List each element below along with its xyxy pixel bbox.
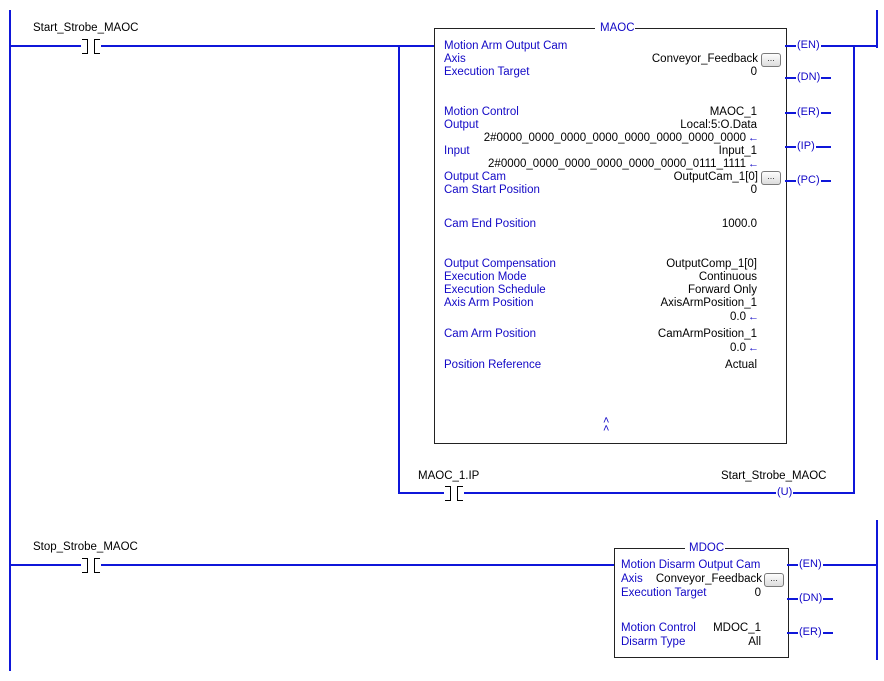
maoc-label-exec-schedule: Execution Schedule	[444, 284, 546, 296]
maoc-value-output-cam[interactable]: OutputCam_1[0]	[674, 171, 758, 184]
maoc-ip-contact[interactable]	[443, 486, 465, 501]
maoc-collapse-icon[interactable]: ˄ ˄	[603, 416, 609, 435]
maoc-value-output-comp[interactable]: OutputComp_1[0]	[666, 258, 757, 271]
maoc-label-output-cam: Output Cam	[444, 171, 506, 183]
maoc-label-cam-start: Cam Start Position	[444, 184, 540, 196]
maoc-value-exec-mode[interactable]: Continuous	[699, 271, 757, 284]
maoc-value-cam-end[interactable]: 1000.0	[722, 218, 757, 231]
maoc-output-data-value: 2#0000_0000_0000_0000_0000_0000_0000_000…	[483, 132, 746, 144]
maoc-value-position-ref[interactable]: Actual	[725, 359, 757, 372]
mdoc-label-axis: Axis	[621, 573, 643, 585]
stop-strobe-contact[interactable]	[80, 558, 102, 573]
maoc-label-cam-end: Cam End Position	[444, 218, 537, 230]
maoc-label-input: Input	[444, 145, 470, 157]
branch-bottom-b	[464, 492, 854, 494]
mdoc-instruction-block[interactable]: MDOC Motion Disarm Output Cam Axis Conve…	[614, 541, 789, 658]
unlatch-coil-tag[interactable]: Start_Strobe_MAOC	[721, 470, 826, 483]
maoc-description: Motion Arm Output Cam	[444, 40, 568, 52]
maoc-value-exec-schedule[interactable]: Forward Only	[688, 284, 757, 297]
right-power-rail	[876, 10, 878, 48]
mdoc-value-motion-control[interactable]: MDOC_1	[713, 622, 761, 635]
rung1-wire-b	[101, 45, 434, 47]
maoc-input-data-value: 2#0000_0000_0000_0000_0000_0000_0111_111…	[488, 158, 746, 170]
maoc-output-arrow-icon: ←	[748, 132, 759, 144]
mdoc-description: Motion Disarm Output Cam	[621, 559, 761, 571]
mdoc-er-output: (ER)	[798, 626, 823, 639]
maoc-value-cam-start[interactable]: 0	[751, 184, 757, 197]
left-power-rail	[9, 10, 11, 671]
mdoc-block-name: MDOC	[689, 542, 725, 554]
unlatch-coil[interactable]: (U)	[776, 486, 794, 499]
maoc-axis-browse-icon[interactable]: ...	[761, 53, 781, 67]
mdoc-en-output: (EN)	[798, 558, 823, 571]
maoc-label-exec-mode: Execution Mode	[444, 271, 527, 283]
maoc-pc-output: (PC)	[796, 174, 821, 187]
maoc-ip-output: (IP)	[796, 140, 816, 153]
maoc-label-motion-control: Motion Control	[444, 106, 519, 118]
maoc-output-cam-browse-icon[interactable]: ...	[761, 171, 781, 185]
branch-left-vertical	[398, 45, 400, 494]
maoc-block-name: MAOC	[600, 22, 635, 34]
stop-strobe-contact-tag[interactable]: Stop_Strobe_MAOC	[33, 541, 138, 554]
mdoc-value-exec-target[interactable]: 0	[755, 587, 761, 600]
maoc-en-output: (EN)	[796, 39, 821, 52]
maoc-er-output: (ER)	[796, 106, 821, 119]
start-strobe-contact-tag[interactable]: Start_Strobe_MAOC	[33, 22, 138, 35]
rung1-wire-a	[11, 45, 81, 47]
maoc-value-axis[interactable]: Conveyor_Feedback	[652, 53, 758, 66]
mdoc-label-disarm-type: Disarm Type	[621, 636, 686, 648]
maoc-value-input[interactable]: Input_1	[719, 145, 757, 158]
mdoc-value-axis[interactable]: Conveyor_Feedback	[656, 573, 762, 586]
right-power-rail-lower	[876, 520, 878, 660]
maoc-value-motion-control[interactable]: MAOC_1	[710, 106, 757, 119]
maoc-label-output-comp: Output Compensation	[444, 258, 556, 270]
branch-right-vertical	[853, 45, 855, 494]
mdoc-label-exec-target: Execution Target	[621, 587, 707, 599]
branch-bottom-a	[398, 492, 444, 494]
maoc-label-axis: Axis	[444, 53, 466, 65]
maoc-ip-contact-tag[interactable]: MAOC_1.IP	[418, 470, 479, 483]
maoc-value-exec-target[interactable]: 0	[751, 66, 757, 79]
maoc-axis-arm-arrow-icon: ←	[748, 311, 759, 323]
maoc-cam-arm-arrow-icon: ←	[748, 342, 759, 354]
maoc-dn-output: (DN)	[796, 71, 822, 84]
maoc-instruction-block[interactable]: MAOC Motion Arm Output Cam Axis Conveyor…	[434, 21, 787, 444]
maoc-value-cam-arm-pos[interactable]: CamArmPosition_1	[658, 328, 757, 341]
maoc-label-axis-arm-pos: Axis Arm Position	[444, 297, 534, 309]
mdoc-value-disarm-type[interactable]: All	[748, 636, 761, 649]
rung2-wire-a	[11, 564, 81, 566]
mdoc-axis-browse-icon[interactable]: ...	[764, 573, 784, 587]
start-strobe-contact[interactable]	[80, 39, 102, 54]
maoc-label-exec-target: Execution Target	[444, 66, 530, 78]
maoc-label-output: Output	[444, 119, 479, 131]
mdoc-label-motion-control: Motion Control	[621, 622, 696, 634]
maoc-label-position-ref: Position Reference	[444, 359, 542, 371]
mdoc-dn-output: (DN)	[798, 592, 824, 605]
maoc-value-output[interactable]: Local:5:O.Data	[680, 119, 757, 132]
maoc-axis-arm-pos-data: 0.0	[730, 311, 746, 323]
rung2-wire-b	[101, 564, 614, 566]
maoc-label-cam-arm-pos: Cam Arm Position	[444, 328, 537, 340]
maoc-value-axis-arm-pos[interactable]: AxisArmPosition_1	[660, 297, 757, 310]
maoc-input-arrow-icon: ←	[748, 158, 759, 170]
maoc-cam-arm-pos-data: 0.0	[730, 342, 746, 354]
